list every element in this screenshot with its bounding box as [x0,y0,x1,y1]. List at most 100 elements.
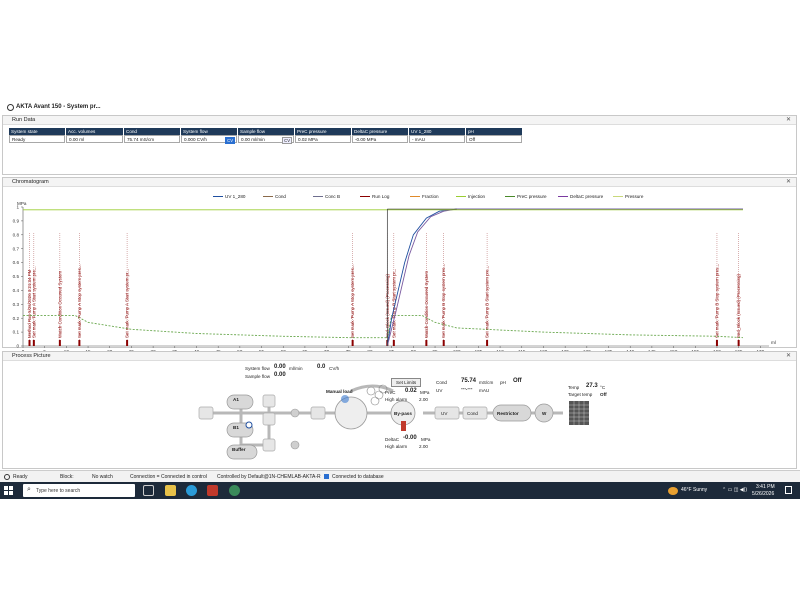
unicorn-app-icon[interactable] [207,485,218,496]
clock-time[interactable]: 3:41 PM [756,484,775,490]
run-data-value: 0.00 ml/min CV [238,135,294,144]
process-picture-header: Process Picture ✕ [3,352,796,361]
injection-valve [334,396,368,430]
cond-readout-value: 75.74 [461,378,477,384]
temp-unit: °C [600,385,606,390]
status-watch: No watch [92,474,113,480]
legend-item[interactable]: Cond [263,194,286,199]
node-uv[interactable]: UV [441,411,447,416]
run-data-label: Acc. volumes [66,128,123,135]
uv-readout-label: UV [436,388,443,393]
legend-item[interactable]: Fraction [410,194,439,199]
run-data-cell: PreC pressure 0.02 MPa [295,128,351,143]
legend-label: PreC pressure [517,194,547,199]
legend-item[interactable]: Run Log [360,194,389,199]
taskbar-search[interactable]: ⌕ Type here to search [23,484,135,497]
temp-value: 27.3 [586,383,598,389]
run-log-tick [78,340,81,346]
node-w[interactable]: W [542,411,546,416]
chromatogram-chart[interactable]: 0510152025303540455055606570758085909510… [3,200,798,354]
run-data-cell: pH Off [466,128,522,143]
run-data-value: - mAU [409,135,465,143]
prec-high-alarm-value: 2.00 [419,397,428,402]
windows-start-icon[interactable] [4,486,13,495]
run-data-label: Sample flow [238,128,294,135]
notification-icon[interactable] [785,486,792,494]
unit-toggle-button[interactable]: CV [282,137,292,144]
run-log-tick [486,340,489,346]
run-data-label: System flow [181,128,237,135]
node-restrictor[interactable]: Restrictor [497,411,519,416]
legend-item[interactable]: PreC pressure [505,194,547,199]
edge-icon[interactable] [186,485,197,496]
close-icon[interactable]: ✕ [786,352,791,359]
run-data-value-text: 0.00 ml [69,137,85,142]
node-a1[interactable]: A1 [233,397,239,402]
deltac-unit: MPa [421,437,431,442]
legend-label: Fraction [422,194,439,199]
node-cond[interactable]: Cond [467,411,478,416]
x-axis-label: ml [771,340,776,345]
database-icon [324,474,329,479]
taskbar: ⌕ Type here to search 46°F Sunny ⌃ ▭ ◫ ◀… [0,482,800,499]
app-icon-green[interactable] [229,485,240,496]
run-data-label: UV 1_280 [409,128,465,135]
run-data-value-text: Ready [12,137,26,142]
close-icon[interactable]: ✕ [786,116,791,123]
legend-swatch [410,196,420,197]
file-explorer-icon[interactable] [165,485,176,496]
run-data-label: PreC pressure [295,128,351,135]
run-log-tick [425,340,428,346]
run-log-tick [32,340,35,346]
app-title: AKTA Avant 150 - System pr... [16,104,101,110]
close-icon[interactable]: ✕ [786,178,791,185]
run-data-label: pH [466,128,522,135]
uv-readout-value: ---.--- [461,386,473,392]
set-limits-button[interactable]: Set Limits [391,378,422,387]
node-b1[interactable]: B1 [233,425,239,430]
search-icon: ⌕ [27,486,31,493]
run-data-value-text: 0.000 CV/h [184,137,207,142]
run-log-tick [126,340,129,346]
run-data-value-text: 0.00 ml/min [241,137,265,142]
legend-label: Conc B [325,194,341,199]
run-log-tick [737,340,740,346]
run-data-grid: System state Ready Acc. volumes 0.00 ml Cond… [9,128,522,144]
legend-swatch [213,196,223,197]
y-tick-label: 0 [16,344,19,349]
legend-item[interactable]: Conc B [313,194,340,199]
run-data-value: 0.02 MPa [295,135,351,143]
status-icon [4,474,10,480]
legend-item[interactable]: Pressure [613,194,643,199]
prec-label: PreC [385,390,396,395]
run-data-value-text: 0.02 MPa [298,137,318,142]
run-log-label: Set mark 'Pump A Stop system pres... [77,264,82,338]
legend-swatch [263,196,273,197]
run-log-label: Set mark 'Pump B Stop system pres... [714,264,719,338]
run-data-cell: Acc. volumes 0.00 ml [66,128,123,143]
unit-toggle-button[interactable]: CV [225,137,235,144]
prec-value: 0.02 [405,388,417,394]
legend-item[interactable]: Injection [456,194,485,199]
node-bypass[interactable]: By-pass [394,411,412,416]
chromatogram-title: Chromatogram [12,179,49,185]
y-tick-label: 0.8 [13,232,20,237]
run-data-value: 0.00 ml [66,135,123,143]
run-log-tick [58,340,61,346]
legend-item[interactable]: UV 1_280 [213,194,245,199]
run-log-label: Set mark 'Pump A Start system pr... [125,269,130,338]
clock-date[interactable]: 5/26/2026 [752,491,774,497]
run-log-label: Set mark 'Pump A Start system pre... [31,266,36,338]
weather-text[interactable]: 46°F Sunny [681,487,707,493]
run-log-tick [351,340,354,346]
y-tick-label: 0.7 [13,246,20,251]
system-tray-icons[interactable]: ⌃ ▭ ◫ ◀)) [722,487,747,493]
legend-label: Injection [468,194,486,199]
legend-swatch [613,196,623,197]
legend-item[interactable]: DeltaC pressure [558,194,603,199]
node-buffer[interactable]: Buffer [232,447,246,452]
run-data-value: Off [466,135,522,143]
task-view-icon[interactable] [143,485,154,496]
y-tick-label: 0.6 [13,260,20,265]
deltac-label: DeltaC [385,437,400,442]
